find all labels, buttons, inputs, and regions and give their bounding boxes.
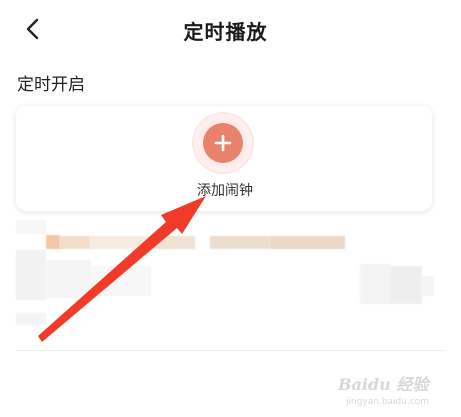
plus-icon [214, 134, 232, 152]
add-button-circle [203, 123, 243, 163]
page-title: 定时播放 [183, 20, 268, 44]
section-label-timer-on: 定时开启 [17, 75, 85, 95]
add-alarm-button[interactable] [194, 114, 252, 172]
divider [16, 350, 446, 351]
watermark: Baidu 经验 [338, 375, 429, 394]
top-nav-bar: 定时播放 [0, 0, 461, 56]
watermark-sub: jingyan.baidu.com [346, 397, 430, 407]
add-alarm-label: 添加闹钟 [197, 183, 253, 199]
